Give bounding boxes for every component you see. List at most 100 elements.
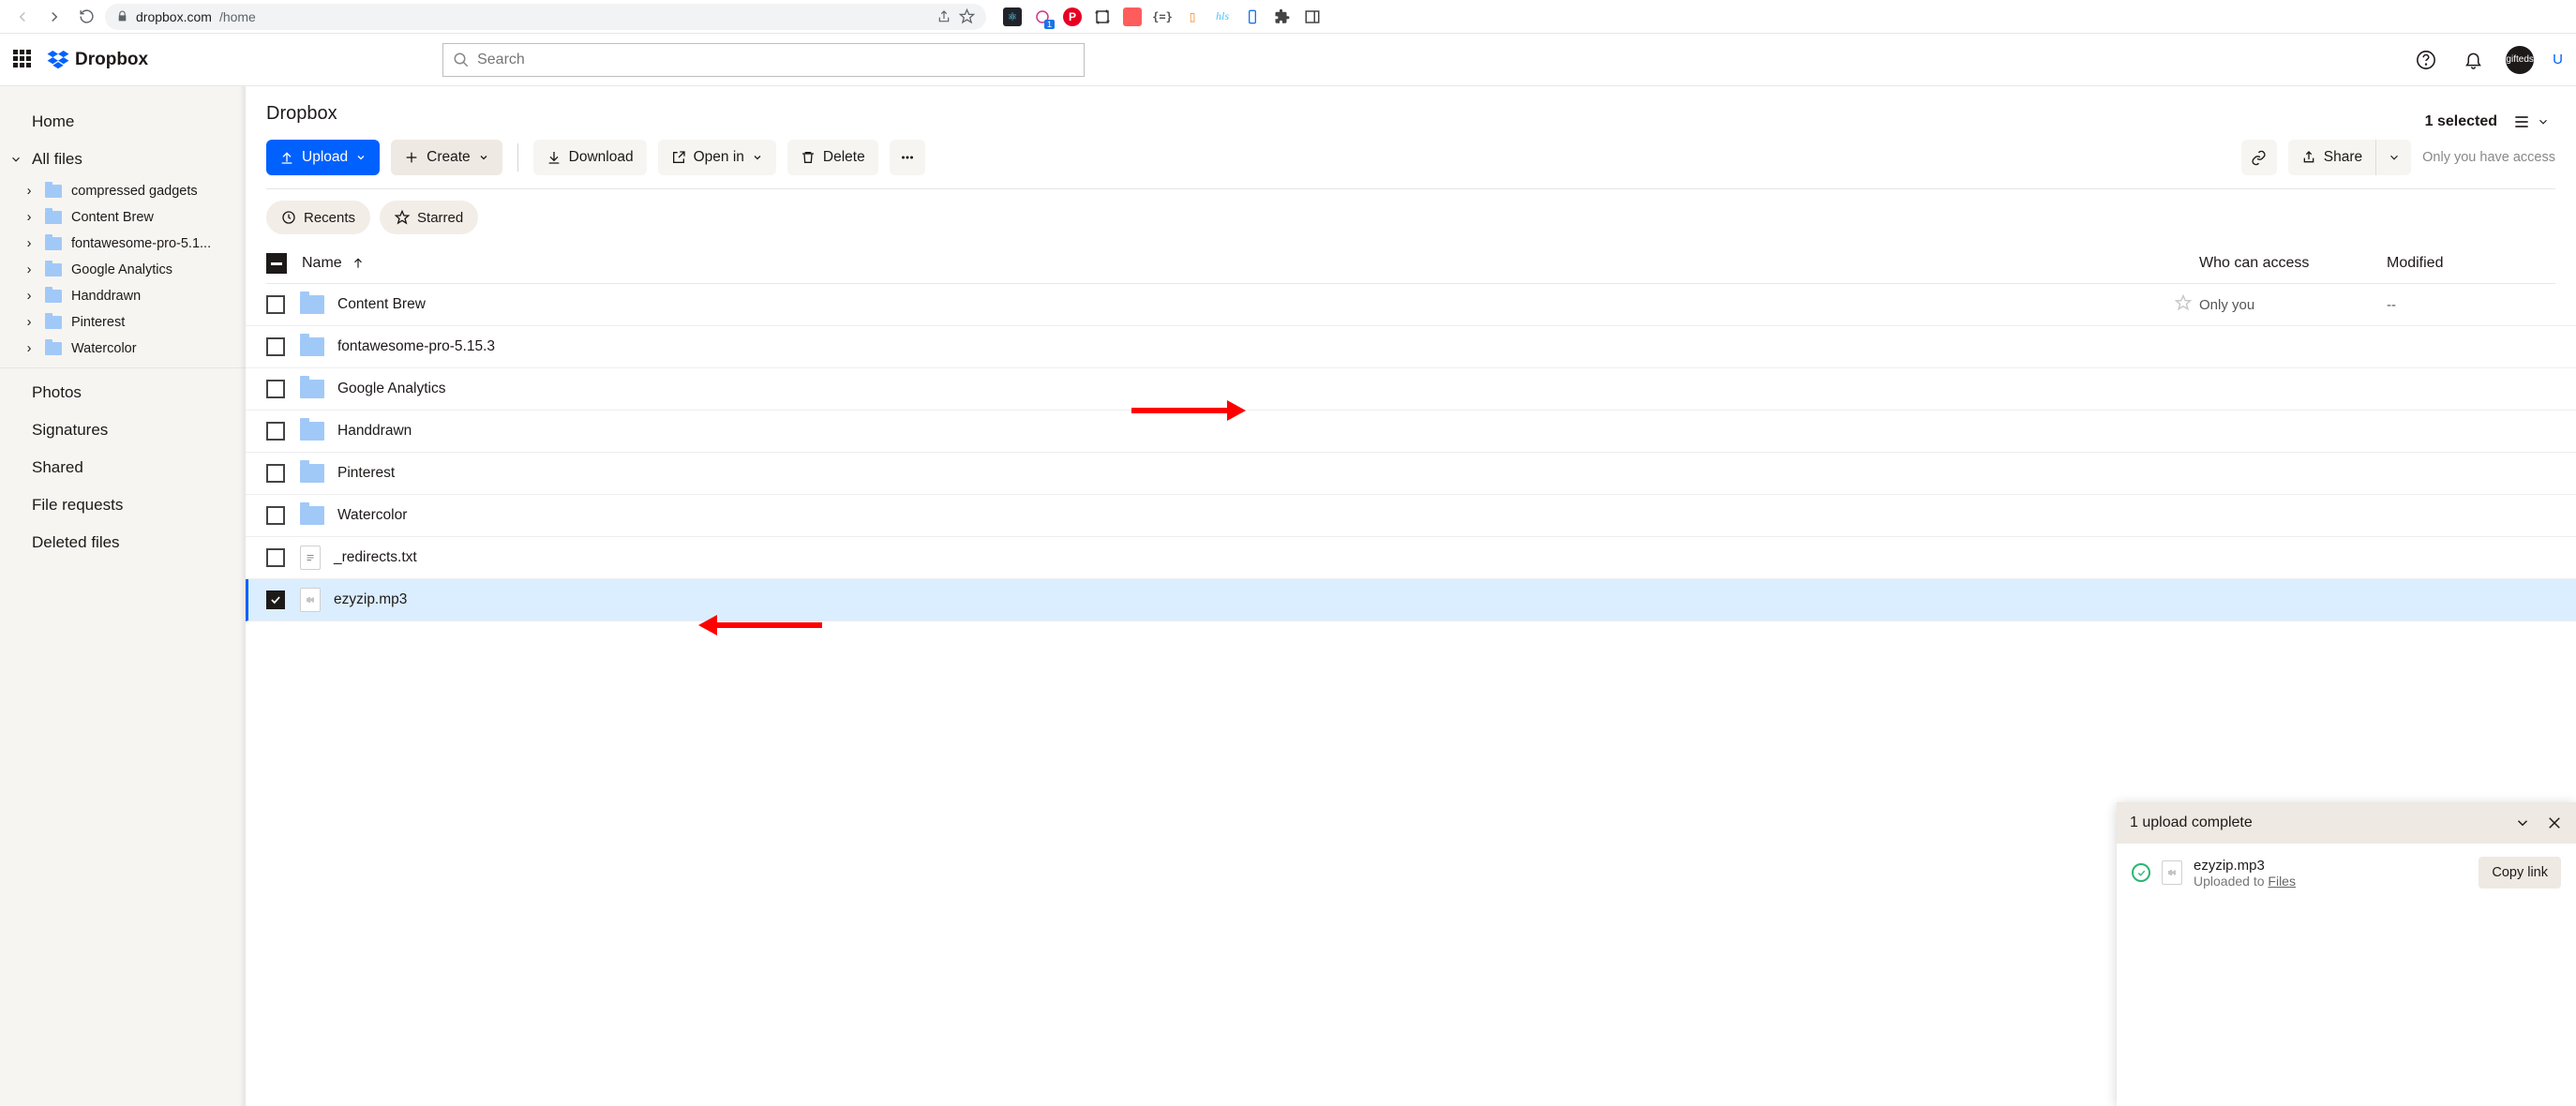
button-label: Upload <box>302 149 348 166</box>
row-checkbox[interactable] <box>266 380 285 398</box>
table-row[interactable]: ezyzip.mp3 <box>246 579 2576 621</box>
extension-orange-icon[interactable]: ▯ <box>1183 7 1202 26</box>
page-title: Dropbox <box>266 103 337 125</box>
dropbox-logo[interactable]: Dropbox <box>47 50 148 70</box>
toast-destination-link[interactable]: Files <box>2268 874 2296 889</box>
share-icon[interactable] <box>936 9 951 24</box>
delete-button[interactable]: Delete <box>787 140 878 175</box>
table-row[interactable]: Handdrawn <box>246 411 2576 453</box>
browser-address-bar[interactable]: dropbox.com/home <box>105 4 986 30</box>
sidebar-all-files[interactable]: All files <box>0 141 245 178</box>
sidebar-folder-item[interactable]: ›Google Analytics <box>0 257 245 283</box>
starred-chip[interactable]: Starred <box>380 201 478 234</box>
folder-icon <box>300 337 324 356</box>
download-icon <box>547 150 562 165</box>
collapse-icon[interactable] <box>2514 815 2531 831</box>
chevron-right-icon: › <box>22 315 36 330</box>
row-checkbox[interactable] <box>266 506 285 525</box>
chevron-down-icon <box>2537 115 2550 128</box>
extension-braces-icon[interactable]: {=} <box>1153 7 1172 26</box>
row-checkbox[interactable] <box>266 295 285 314</box>
table-row[interactable]: Watercolor <box>246 495 2576 537</box>
upload-button[interactable]: Upload <box>266 140 380 175</box>
chevron-right-icon: › <box>22 289 36 304</box>
table-row[interactable]: Pinterest <box>246 453 2576 495</box>
sidebar-folder-item[interactable]: ›Pinterest <box>0 309 245 336</box>
star-icon[interactable] <box>959 8 975 24</box>
row-checkbox[interactable] <box>266 422 285 441</box>
browser-toolbar: dropbox.com/home ⚛ 1 P {=} ▯ hls <box>0 0 2576 34</box>
app-grid-icon[interactable] <box>13 50 34 70</box>
sidebar-folder-item[interactable]: ›Handdrawn <box>0 283 245 309</box>
copy-link-icon-button[interactable] <box>2241 140 2277 175</box>
avatar[interactable]: gifteds <box>2506 46 2534 74</box>
sidebar-deleted[interactable]: Deleted files <box>0 524 245 561</box>
column-name-header[interactable]: Name <box>302 255 2199 272</box>
chevron-right-icon: › <box>22 236 36 251</box>
chevron-down-icon <box>9 153 22 166</box>
link-icon <box>2251 150 2267 166</box>
search-input[interactable] <box>477 52 1074 68</box>
sidebar-folder-item[interactable]: ›Content Brew <box>0 204 245 231</box>
sidebar-folder-item[interactable]: ›Watercolor <box>0 336 245 362</box>
table-row[interactable]: Google Analytics <box>246 368 2576 411</box>
extension-react-icon[interactable]: ⚛ <box>1003 7 1022 26</box>
sidebar-item-label: Content Brew <box>71 210 154 225</box>
action-toolbar: Upload Create Download Open in Delete <box>266 140 2555 175</box>
lock-icon <box>116 10 128 22</box>
sidebar-folder-item[interactable]: ›fontawesome-pro-5.1... <box>0 231 245 257</box>
recents-chip[interactable]: Recents <box>266 201 370 234</box>
row-filename: Google Analytics <box>337 381 2199 397</box>
puzzle-icon[interactable] <box>1273 7 1292 26</box>
trash-icon <box>801 150 816 165</box>
row-filename: _redirects.txt <box>334 549 2199 566</box>
create-button[interactable]: Create <box>391 140 502 175</box>
upload-icon <box>279 150 294 165</box>
sidebar-file-requests[interactable]: File requests <box>0 486 245 524</box>
selection-count: 1 selected <box>2425 113 2497 130</box>
sidebar-folder-item[interactable]: ›compressed gadgets <box>0 178 245 204</box>
table-row[interactable]: Content BrewOnly you-- <box>246 284 2576 326</box>
table-row[interactable]: fontawesome-pro-5.15.3 <box>246 326 2576 368</box>
share-dropdown-button[interactable] <box>2375 140 2411 175</box>
sidepanel-icon[interactable] <box>1303 7 1322 26</box>
folder-icon <box>300 380 324 398</box>
sidebar-photos[interactable]: Photos <box>0 374 245 411</box>
extension-device-icon[interactable] <box>1243 7 1262 26</box>
sidebar-signatures[interactable]: Signatures <box>0 411 245 449</box>
browser-reload-button[interactable] <box>73 4 99 30</box>
help-button[interactable] <box>2412 46 2440 74</box>
extension-hls-icon[interactable]: hls <box>1213 7 1232 26</box>
browser-back-button[interactable] <box>9 4 36 30</box>
sidebar-item-label: Shared <box>32 458 83 477</box>
row-checkbox[interactable] <box>266 548 285 567</box>
browser-forward-button[interactable] <box>41 4 67 30</box>
extension-crop-icon[interactable] <box>1093 7 1112 26</box>
sidebar-home[interactable]: Home <box>0 103 245 141</box>
row-checkbox[interactable] <box>266 464 285 483</box>
more-actions-button[interactable] <box>890 140 925 175</box>
share-button[interactable]: Share <box>2288 140 2375 175</box>
folder-icon <box>45 237 62 250</box>
select-all-checkbox[interactable] <box>266 253 287 274</box>
star-outline-icon[interactable] <box>2175 294 2192 315</box>
close-icon[interactable] <box>2546 815 2563 831</box>
view-toggle[interactable] <box>2507 109 2555 135</box>
column-modified-header[interactable]: Modified <box>2387 255 2555 272</box>
row-checkbox[interactable] <box>266 337 285 356</box>
column-who-header[interactable]: Who can access <box>2199 255 2387 272</box>
copy-link-button[interactable]: Copy link <box>2479 857 2561 889</box>
row-filename: Watercolor <box>337 507 2199 524</box>
open-in-button[interactable]: Open in <box>658 140 776 175</box>
extension-red-icon[interactable] <box>1123 7 1142 26</box>
toast-header: 1 upload complete <box>2117 802 2576 844</box>
extension-redux-icon[interactable]: 1 <box>1033 7 1052 26</box>
row-checkbox[interactable] <box>266 590 285 609</box>
extension-pinterest-icon[interactable]: P <box>1063 7 1082 26</box>
download-button[interactable]: Download <box>533 140 647 175</box>
notifications-button[interactable] <box>2459 46 2487 74</box>
search-box[interactable] <box>442 43 1085 77</box>
sidebar-shared[interactable]: Shared <box>0 449 245 486</box>
table-row[interactable]: _redirects.txt <box>246 537 2576 579</box>
upgrade-link[interactable]: U <box>2553 52 2563 67</box>
